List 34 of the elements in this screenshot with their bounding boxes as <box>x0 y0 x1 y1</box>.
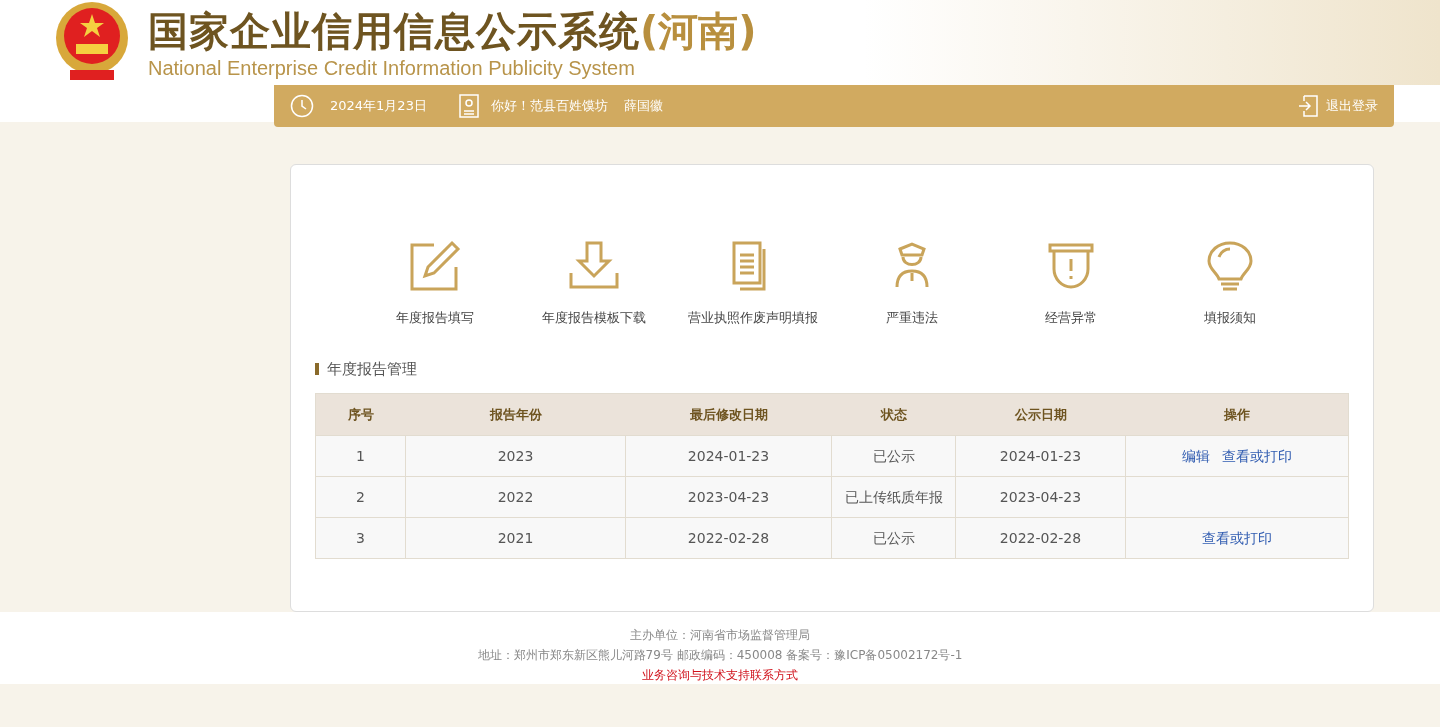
tool-button[interactable]: 填报须知 <box>1154 239 1305 328</box>
site-subtitle: National Enterprise Credit Information Publicity System <box>148 56 636 80</box>
site-title: 国家企业信用信息公示系统 <box>148 7 640 56</box>
column-header: 状态 <box>879 406 908 424</box>
table-cell: 2021 <box>406 518 626 559</box>
table-cell: 3 <box>316 518 406 559</box>
current-date: 2024年1月23日 <box>330 97 427 116</box>
column-header: 报告年份 <box>488 406 543 424</box>
section-title: 年度报告管理 <box>327 358 417 380</box>
table-cell: 2022-02-28 <box>626 518 832 559</box>
user-name: 薛国徽 <box>623 97 663 116</box>
table-cell: 2022-02-28 <box>956 518 1126 559</box>
column-header: 公示日期 <box>1014 406 1068 424</box>
id-card-icon <box>458 94 479 118</box>
region-title: (河南) <box>640 7 757 56</box>
column-header: 序号 <box>347 406 375 424</box>
tool-button[interactable]: 经营异常 <box>995 239 1146 328</box>
table-cell: 已公示 <box>832 518 956 559</box>
greeting-text: 你好！范县百姓馍坊 <box>490 97 608 116</box>
clock-icon <box>290 94 314 118</box>
action-link[interactable]: 查看或打印 <box>1222 445 1292 467</box>
address-text: 地址：郑州市郑东新区熊儿河路79号 邮政编码：450008 备案号：豫ICP备05002172号-1 <box>477 647 963 664</box>
logout-icon <box>1298 95 1318 117</box>
tool-button[interactable]: 年度报告模板下载 <box>518 239 669 328</box>
action-link[interactable]: 查看或打印 <box>1202 527 1272 549</box>
tool-button[interactable]: 营业执照作废声明填报 <box>677 239 828 328</box>
column-header: 最后修改日期 <box>689 406 769 424</box>
tool-button[interactable]: 严重违法 <box>836 239 987 328</box>
column-header: 操作 <box>1223 406 1251 424</box>
contact-link[interactable]: 业务咨询与技术支持联系方式 <box>642 665 798 685</box>
tool-button[interactable]: 年度报告填写 <box>359 239 510 328</box>
action-link[interactable]: 编辑 <box>1182 445 1210 467</box>
sponsor-text: 主办单位：河南省市场监督管理局 <box>630 627 810 644</box>
section-marker-icon <box>315 363 319 375</box>
